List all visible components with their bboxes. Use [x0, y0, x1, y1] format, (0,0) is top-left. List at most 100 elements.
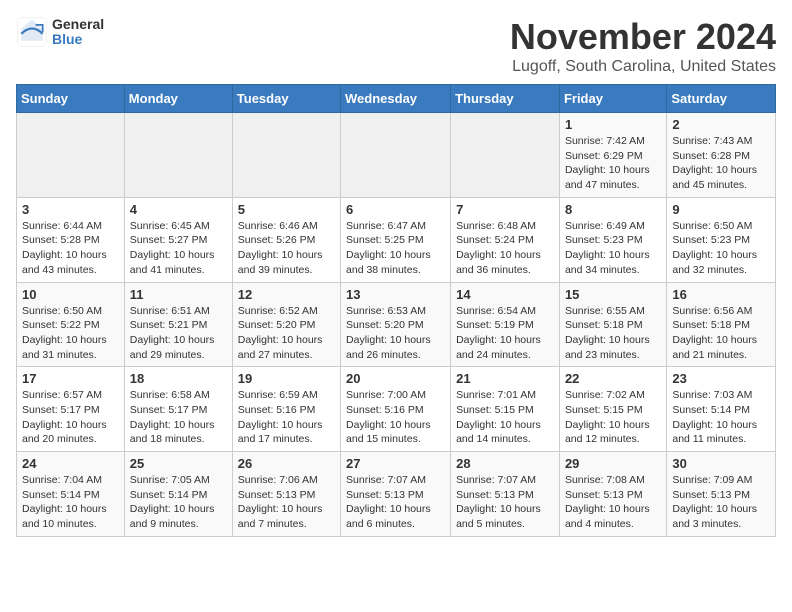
- week-row-1: 1 Sunrise: 7:42 AM Sunset: 6:29 PM Daylig…: [17, 113, 776, 198]
- day-info: Sunrise: 6:54 AM Sunset: 5:19 PM Dayligh…: [456, 304, 554, 363]
- day-info: Sunrise: 7:08 AM Sunset: 5:13 PM Dayligh…: [565, 473, 661, 532]
- day-number: 24: [22, 456, 119, 471]
- day-info: Sunrise: 6:51 AM Sunset: 5:21 PM Dayligh…: [130, 304, 227, 363]
- logo-blue: Blue: [52, 32, 104, 47]
- day-info: Sunrise: 6:48 AM Sunset: 5:24 PM Dayligh…: [456, 219, 554, 278]
- day-number: 13: [346, 287, 445, 302]
- calendar-cell: [124, 113, 232, 198]
- calendar-cell: [451, 113, 560, 198]
- logo-text: General Blue: [52, 17, 104, 48]
- calendar-cell: 28Sunrise: 7:07 AM Sunset: 5:13 PM Dayli…: [451, 452, 560, 537]
- day-info: Sunrise: 6:57 AM Sunset: 5:17 PM Dayligh…: [22, 388, 119, 447]
- day-info: Sunrise: 6:55 AM Sunset: 5:18 PM Dayligh…: [565, 304, 661, 363]
- logo-icon: [16, 16, 48, 48]
- day-info: Sunrise: 6:52 AM Sunset: 5:20 PM Dayligh…: [238, 304, 335, 363]
- calendar-body: 1 Sunrise: 7:42 AM Sunset: 6:29 PM Daylig…: [17, 113, 776, 537]
- day-number: 28: [456, 456, 554, 471]
- day-info: Sunrise: 7:07 AM Sunset: 5:13 PM Dayligh…: [346, 473, 445, 532]
- calendar-cell: 18 Sunrise: 6:58 AM Sunset: 5:17 PM Dayli…: [124, 367, 232, 452]
- day-number: 6: [346, 202, 445, 217]
- calendar-cell: 6 Sunrise: 6:47 AM Sunset: 5:25 PM Daylig…: [341, 197, 451, 282]
- day-number: 27: [346, 456, 445, 471]
- day-number: 29: [565, 456, 661, 471]
- day-number: 15: [565, 287, 661, 302]
- calendar-cell: [232, 113, 340, 198]
- calendar-cell: 25Sunrise: 7:05 AM Sunset: 5:14 PM Dayli…: [124, 452, 232, 537]
- day-info: Sunrise: 7:09 AM Sunset: 5:13 PM Dayligh…: [672, 473, 770, 532]
- calendar-cell: 11Sunrise: 6:51 AM Sunset: 5:21 PM Dayli…: [124, 282, 232, 367]
- day-info: Sunrise: 6:59 AM Sunset: 5:16 PM Dayligh…: [238, 388, 335, 447]
- calendar-cell: 3 Sunrise: 6:44 AM Sunset: 5:28 PM Daylig…: [17, 197, 125, 282]
- day-number: 5: [238, 202, 335, 217]
- day-number: 26: [238, 456, 335, 471]
- day-header-thursday: Thursday: [451, 85, 560, 113]
- calendar-header: SundayMondayTuesdayWednesdayThursdayFrid…: [17, 85, 776, 113]
- calendar-cell: 29 Sunrise: 7:08 AM Sunset: 5:13 PM Dayli…: [559, 452, 666, 537]
- day-number: 23: [672, 371, 770, 386]
- day-header-sunday: Sunday: [17, 85, 125, 113]
- day-number: 21: [456, 371, 554, 386]
- calendar-cell: 19 Sunrise: 6:59 AM Sunset: 5:16 PM Dayli…: [232, 367, 340, 452]
- day-number: 14: [456, 287, 554, 302]
- day-number: 7: [456, 202, 554, 217]
- day-header-friday: Friday: [559, 85, 666, 113]
- calendar-cell: 15 Sunrise: 6:55 AM Sunset: 5:18 PM Dayli…: [559, 282, 666, 367]
- day-info: Sunrise: 6:46 AM Sunset: 5:26 PM Dayligh…: [238, 219, 335, 278]
- day-number: 4: [130, 202, 227, 217]
- calendar-cell: 4 Sunrise: 6:45 AM Sunset: 5:27 PM Daylig…: [124, 197, 232, 282]
- calendar-cell: 17 Sunrise: 6:57 AM Sunset: 5:17 PM Dayli…: [17, 367, 125, 452]
- day-info: Sunrise: 7:01 AM Sunset: 5:15 PM Dayligh…: [456, 388, 554, 447]
- day-header-monday: Monday: [124, 85, 232, 113]
- day-number: 17: [22, 371, 119, 386]
- calendar-cell: 2Sunrise: 7:43 AM Sunset: 6:28 PM Daylig…: [667, 113, 776, 198]
- calendar-cell: 14 Sunrise: 6:54 AM Sunset: 5:19 PM Dayli…: [451, 282, 560, 367]
- logo: General Blue: [16, 16, 104, 48]
- day-number: 18: [130, 371, 227, 386]
- day-info: Sunrise: 6:44 AM Sunset: 5:28 PM Dayligh…: [22, 219, 119, 278]
- day-info: Sunrise: 7:02 AM Sunset: 5:15 PM Dayligh…: [565, 388, 661, 447]
- calendar-cell: 16 Sunrise: 6:56 AM Sunset: 5:18 PM Dayli…: [667, 282, 776, 367]
- location: Lugoff, South Carolina, United States: [510, 58, 776, 76]
- day-info: Sunrise: 6:58 AM Sunset: 5:17 PM Dayligh…: [130, 388, 227, 447]
- day-info: Sunrise: 7:42 AM Sunset: 6:29 PM Dayligh…: [565, 134, 661, 193]
- day-header-tuesday: Tuesday: [232, 85, 340, 113]
- calendar-cell: [341, 113, 451, 198]
- day-info: Sunrise: 6:45 AM Sunset: 5:27 PM Dayligh…: [130, 219, 227, 278]
- calendar-cell: 10Sunrise: 6:50 AM Sunset: 5:22 PM Dayli…: [17, 282, 125, 367]
- calendar-cell: 13Sunrise: 6:53 AM Sunset: 5:20 PM Dayli…: [341, 282, 451, 367]
- logo-general: General: [52, 17, 104, 32]
- day-number: 3: [22, 202, 119, 217]
- day-number: 2: [672, 117, 770, 132]
- calendar-cell: 23Sunrise: 7:03 AM Sunset: 5:14 PM Dayli…: [667, 367, 776, 452]
- day-info: Sunrise: 6:56 AM Sunset: 5:18 PM Dayligh…: [672, 304, 770, 363]
- week-row-4: 17 Sunrise: 6:57 AM Sunset: 5:17 PM Dayli…: [17, 367, 776, 452]
- calendar-cell: 21 Sunrise: 7:01 AM Sunset: 5:15 PM Dayli…: [451, 367, 560, 452]
- day-number: 19: [238, 371, 335, 386]
- day-info: Sunrise: 6:49 AM Sunset: 5:23 PM Dayligh…: [565, 219, 661, 278]
- day-info: Sunrise: 7:06 AM Sunset: 5:13 PM Dayligh…: [238, 473, 335, 532]
- calendar-cell: 22Sunrise: 7:02 AM Sunset: 5:15 PM Dayli…: [559, 367, 666, 452]
- day-number: 9: [672, 202, 770, 217]
- day-info: Sunrise: 7:00 AM Sunset: 5:16 PM Dayligh…: [346, 388, 445, 447]
- title-area: November 2024 Lugoff, South Carolina, Un…: [510, 16, 776, 76]
- day-number: 30: [672, 456, 770, 471]
- calendar-cell: 8 Sunrise: 6:49 AM Sunset: 5:23 PM Daylig…: [559, 197, 666, 282]
- week-row-5: 24 Sunrise: 7:04 AM Sunset: 5:14 PM Dayli…: [17, 452, 776, 537]
- calendar-cell: 1 Sunrise: 7:42 AM Sunset: 6:29 PM Daylig…: [559, 113, 666, 198]
- day-number: 8: [565, 202, 661, 217]
- calendar-cell: 12 Sunrise: 6:52 AM Sunset: 5:20 PM Dayli…: [232, 282, 340, 367]
- header-row: SundayMondayTuesdayWednesdayThursdayFrid…: [17, 85, 776, 113]
- calendar-cell: 20Sunrise: 7:00 AM Sunset: 5:16 PM Dayli…: [341, 367, 451, 452]
- calendar-cell: 5 Sunrise: 6:46 AM Sunset: 5:26 PM Daylig…: [232, 197, 340, 282]
- day-info: Sunrise: 6:50 AM Sunset: 5:23 PM Dayligh…: [672, 219, 770, 278]
- day-number: 16: [672, 287, 770, 302]
- day-number: 12: [238, 287, 335, 302]
- calendar-cell: 24 Sunrise: 7:04 AM Sunset: 5:14 PM Dayli…: [17, 452, 125, 537]
- calendar-cell: 27 Sunrise: 7:07 AM Sunset: 5:13 PM Dayli…: [341, 452, 451, 537]
- day-info: Sunrise: 6:47 AM Sunset: 5:25 PM Dayligh…: [346, 219, 445, 278]
- day-number: 1: [565, 117, 661, 132]
- day-header-wednesday: Wednesday: [341, 85, 451, 113]
- day-info: Sunrise: 7:04 AM Sunset: 5:14 PM Dayligh…: [22, 473, 119, 532]
- day-number: 25: [130, 456, 227, 471]
- calendar: SundayMondayTuesdayWednesdayThursdayFrid…: [16, 84, 776, 537]
